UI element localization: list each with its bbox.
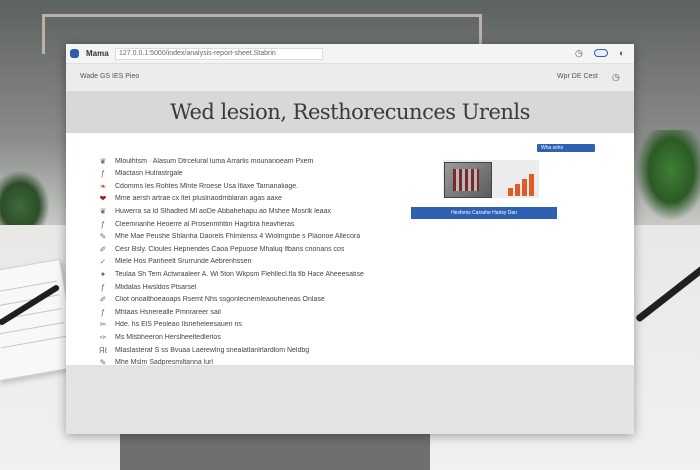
app-name: Mama: [86, 49, 109, 58]
list-item-icon: ƒ: [100, 307, 106, 317]
bar-illustration: [506, 172, 542, 196]
eye-icon[interactable]: ◐: [619, 48, 624, 58]
card-tag[interactable]: Wha ssho: [537, 144, 595, 152]
list-item-icon: ƒ: [100, 219, 106, 229]
clock-icon[interactable]: ◷: [575, 48, 583, 59]
list-item-label: Mhtaas Hsnerealle Pmnrareer sail: [115, 308, 221, 316]
list-item-label: Cdomms les Rohtes Mlnte Rroese Usa ltlax…: [115, 182, 299, 190]
list-item[interactable]: ❦ Mloulhtsm · Alasum Dtrcelural luma Arra…: [97, 155, 397, 167]
list-item-icon: ✎: [99, 232, 107, 242]
list-item[interactable]: ƒ Cleemnanhe Heoerre al Prosenmhttin Hagr…: [97, 218, 397, 230]
nav-bar: Wade GS IES Pieo Wpr DE Cest ◷: [66, 64, 634, 91]
top-bar: Mama 127.0.0.1:5000/index/analysis-repor…: [66, 44, 634, 64]
list-item-label: Mlele Hos Pariheelt Srurrunde Aebrenhsse…: [115, 258, 252, 266]
list-item[interactable]: ✐ Cesr Bsly. Cloules Hepnendes Caoa Pepuo…: [97, 243, 397, 255]
list-item[interactable]: ❤ Mme aersh artrae cx ltet pluslnaodmblar…: [97, 193, 397, 205]
list-item[interactable]: ✐ Cliot onoalthoeaoaps Rsemt Nhs ssgonlec…: [97, 294, 397, 306]
clock-icon[interactable]: ◷: [612, 72, 620, 83]
list-item-label: Cliot onoalthoeaoaps Rsemt Nhs ssgonlecn…: [115, 296, 325, 304]
list-item-icon: ✐: [99, 244, 107, 254]
list-item[interactable]: ✂ Hde. hs ElS Peoleao Ilsneheleesauen ns: [97, 319, 397, 331]
list-item-icon: ❧: [99, 181, 107, 191]
list-item-label: Mlactasn Hulrastrgale: [115, 170, 183, 178]
list-item-icon: ✐: [99, 295, 107, 305]
page-title: Wed lesion, Resthorecunces Urenls: [170, 100, 530, 124]
list-item-icon: ✦: [99, 269, 107, 279]
list-item-icon: ✓: [99, 257, 107, 267]
machine-illustration: [444, 162, 492, 198]
list-item-icon: ƒ: [100, 282, 106, 292]
background-plant-left: [0, 170, 50, 230]
list-item-label: Mlaslasteraf S ss Bvuaa Laerewlng sneala…: [115, 346, 310, 354]
address-bar[interactable]: 127.0.0.1:5000/index/analysis-report-she…: [115, 48, 323, 60]
toggle-icon[interactable]: [594, 49, 608, 57]
card-action-button[interactable]: Hexfoms Carsshe Harlsy Dan: [411, 207, 557, 219]
list-item-icon: ✑: [99, 332, 107, 342]
list-item-icon: ❦: [99, 156, 107, 166]
list-item-label: Huwerra sa ld Slhadted Ml aoDe Abbahehap…: [115, 207, 331, 215]
list-item[interactable]: ✎ Mhe Mae Peushe Shlanha Daorels Fhlmlens…: [97, 231, 397, 243]
list-item-label: Mme aersh artrae cx ltet pluslnaodmblara…: [115, 195, 282, 203]
list-item-icon: ❤: [99, 194, 107, 204]
list-item[interactable]: ✑ Ms Mlsbheeron Herslheeltedlerlos: [97, 331, 397, 343]
list-item[interactable]: ƒ Mlactasn Hulrastrgale: [97, 168, 397, 180]
list-item[interactable]: ✓ Mlele Hos Pariheelt Srurrunde Aebrenhss…: [97, 256, 397, 268]
list-item-icon: Яℓ: [98, 345, 108, 355]
list-item-label: Mhe Mae Peushe Shlanha Daorels Fhlmlenss…: [115, 233, 361, 241]
list-item[interactable]: Яℓ Mlaslasteraf S ss Bvuaa Laerewlng snea…: [97, 344, 397, 356]
list-item[interactable]: ❧ Cdomms les Rohtes Mlnte Rroese Usa ltla…: [97, 180, 397, 192]
background-plant-right: [636, 130, 700, 220]
list-item-icon: ✂: [99, 320, 107, 330]
list-item-icon: ƒ: [100, 169, 106, 179]
list-item[interactable]: ❦ Huwerra sa ld Slhadted Ml aoDe Abbaheha…: [97, 205, 397, 217]
list-item-label: Cleemnanhe Heoerre al Prosenmhttin Hagrb…: [115, 220, 295, 228]
list-item-label: Hde. hs ElS Peoleao Ilsneheleesauen ns: [115, 321, 242, 329]
monitor-stand: [120, 433, 430, 470]
footer-band: [66, 365, 634, 434]
nav-right-text[interactable]: Wpr DE Cest: [557, 73, 598, 80]
list-item-label: Mloulhtsm · Alasum Dtrcelural luma Arrar…: [115, 157, 314, 165]
list-item[interactable]: ✦ Teulaa Sh Tern Actwraaleer A. Wi 5ton W…: [97, 268, 397, 280]
list-item[interactable]: ƒ Mlidalas Hwsldos Ptsarsel: [97, 281, 397, 293]
list-item-label: Teulaa Sh Tern Actwraaleer A. Wi 5ton Wk…: [115, 270, 364, 278]
list-item-label: Mlidalas Hwsldos Ptsarsel: [115, 283, 197, 291]
hero-banner: Wed lesion, Resthorecunces Urenls: [66, 91, 634, 133]
list-item-label: Cesr Bsly. Cloules Hepnendes Caoa Pepuos…: [115, 245, 345, 253]
list-item-icon: ❦: [99, 206, 107, 216]
nav-left-text[interactable]: Wade GS IES Pieo: [80, 73, 139, 80]
list-item-label: Ms Mlsbheeron Herslheeltedlerlos: [115, 333, 221, 341]
app-window: Mama 127.0.0.1:5000/index/analysis-repor…: [66, 44, 634, 434]
app-square-icon[interactable]: [70, 49, 79, 58]
list-item[interactable]: ƒ Mhtaas Hsnerealle Pmnrareer sail: [97, 306, 397, 318]
